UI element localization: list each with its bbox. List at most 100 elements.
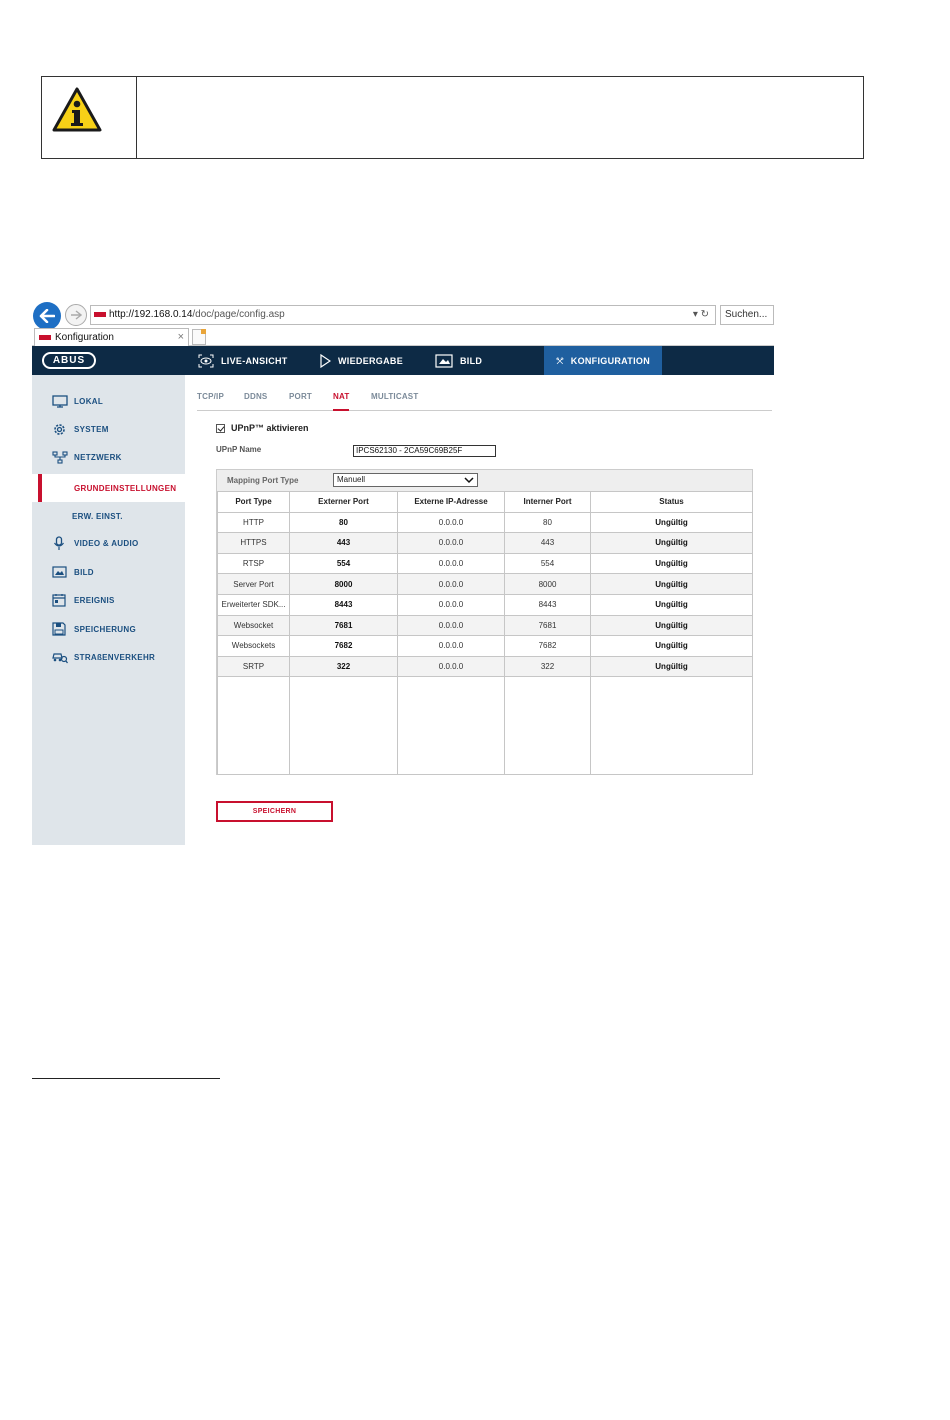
table-row[interactable]: RTSP 554 0.0.0.0 554 Ungültig (217, 552, 753, 575)
nav-konfiguration[interactable]: KONFIGURATION (544, 346, 662, 375)
sub-tabs: TCP/IP DDNS PORT NAT MULTICAST (197, 389, 772, 411)
nav-label: BILD (460, 355, 483, 366)
tab-tcpip[interactable]: TCP/IP (197, 392, 224, 401)
cell-externer-port[interactable]: 8000 (289, 573, 398, 595)
port-mapping-table: Port Type Externer Port Externe IP-Adres… (217, 491, 753, 776)
table-row[interactable]: Websockets 7682 0.0.0.0 7682 Ungültig (217, 635, 753, 657)
url-path: /doc/page/config.asp (192, 309, 285, 320)
address-bar[interactable]: http://192.168.0.14/doc/page/config.asp … (90, 305, 716, 325)
cell-status: Ungültig (590, 614, 753, 637)
nav-live-ansicht[interactable]: LIVE-ANSICHT (198, 346, 288, 375)
sidebar: LOKAL SYSTEM NETZWERK GRUNDEINSTELLUNGEN… (32, 375, 185, 845)
sidebar-item-netzwerk[interactable]: NETZWERK (32, 445, 185, 469)
cell-port-type: Websocket (217, 614, 290, 637)
tab-nat[interactable]: NAT (333, 392, 350, 411)
upnp-name-input[interactable]: IPCS62130 - 2CA59C69B25F (353, 445, 496, 457)
table-header-row: Port Type Externer Port Externe IP-Adres… (217, 491, 753, 513)
sidebar-item-speicherung[interactable]: SPEICHERUNG (32, 617, 185, 641)
table-row[interactable]: Server Port 8000 0.0.0.0 8000 Ungültig (217, 573, 753, 595)
cell-externer-port[interactable]: 7682 (289, 635, 398, 657)
save-button[interactable]: SPEICHERN (216, 801, 333, 822)
nav-bild[interactable]: BILD (435, 346, 482, 375)
app-header: ABUS LIVE-ANSICHT WIEDERGABE BILD KONFIG… (32, 346, 774, 375)
browser-screenshot: http://192.168.0.14/doc/page/config.asp … (32, 300, 774, 845)
cell-externe-ip: 0.0.0.0 (397, 614, 505, 637)
cell-status: Ungültig (590, 532, 753, 554)
col-header-externer-port: Externer Port (289, 491, 398, 513)
col-header-interner-port: Interner Port (504, 491, 591, 513)
cell-port-type: HTTPS (217, 532, 290, 554)
sidebar-item-grundeinstellungen[interactable]: GRUNDEINSTELLUNGEN (32, 474, 185, 502)
warning-info-icon (52, 87, 102, 132)
upnp-checkbox[interactable] (216, 423, 225, 433)
new-tab-button[interactable] (192, 329, 206, 345)
sidebar-item-system[interactable]: SYSTEM (32, 417, 185, 441)
mapping-port-type-value: Manuell (337, 475, 366, 484)
col-header-status: Status (590, 491, 753, 513)
tab-close-icon[interactable]: × (178, 329, 184, 346)
network-icon (52, 450, 68, 464)
nav-wiedergabe[interactable]: WIEDERGABE (319, 346, 403, 375)
tab-favicon (39, 335, 51, 340)
cell-externer-port[interactable]: 554 (289, 552, 398, 575)
cell-interner-port: 7682 (504, 635, 591, 657)
sidebar-item-label: SYSTEM (74, 424, 109, 434)
sidebar-item-ereignis[interactable]: EREIGNIS (32, 588, 185, 612)
arrow-right-icon (71, 310, 82, 320)
save-icon (52, 622, 66, 636)
cell-externer-port[interactable]: 8443 (289, 593, 398, 616)
cell-externer-port[interactable]: 7681 (289, 614, 398, 637)
col-header-port-type: Port Type (217, 491, 290, 513)
sidebar-item-bild[interactable]: BILD (32, 560, 185, 584)
url-controls[interactable]: ▾ ↻ (693, 306, 709, 324)
browser-tab[interactable]: Konfiguration × (34, 328, 189, 346)
tab-ddns[interactable]: DDNS (244, 392, 267, 401)
mapping-port-type-select[interactable]: Manuell (333, 473, 478, 487)
tab-title: Konfiguration (55, 332, 114, 343)
browser-search-input[interactable]: Suchen... (720, 305, 774, 325)
cell-externer-port[interactable]: 80 (289, 511, 398, 534)
sidebar-item-video-audio[interactable]: VIDEO & AUDIO (32, 531, 185, 555)
cell-status: Ungültig (590, 635, 753, 657)
cell-port-type: SRTP (217, 655, 290, 678)
monitor-icon (52, 394, 68, 408)
url-host: http://192.168.0.14 (109, 309, 193, 320)
cell-interner-port: 322 (504, 655, 591, 678)
cell-externe-ip: 0.0.0.0 (397, 532, 505, 554)
image-icon (52, 566, 67, 578)
sidebar-item-strassenverkehr[interactable]: STRAßENVERKEHR (32, 645, 185, 669)
tab-multicast[interactable]: MULTICAST (371, 392, 418, 401)
cell-externe-ip: 0.0.0.0 (397, 655, 505, 678)
table-row[interactable]: SRTP 322 0.0.0.0 322 Ungültig (217, 655, 753, 678)
cell-externe-ip: 0.0.0.0 (397, 511, 505, 534)
table-row[interactable]: HTTPS 443 0.0.0.0 443 Ungültig (217, 532, 753, 554)
nav-label: WIEDERGABE (338, 355, 404, 366)
forward-button[interactable] (65, 304, 87, 326)
sidebar-item-label: BILD (74, 567, 94, 577)
cell-port-type: Server Port (217, 573, 290, 595)
cell-externer-port[interactable]: 443 (289, 532, 398, 554)
image-icon (435, 353, 453, 368)
sidebar-item-label: NETZWERK (74, 452, 122, 462)
cell-status: Ungültig (590, 573, 753, 595)
cell-externer-port[interactable]: 322 (289, 655, 398, 678)
table-empty-area (217, 676, 753, 776)
table-row[interactable]: Erweiterter SDK... 8443 0.0.0.0 8443 Ung… (217, 593, 753, 616)
table-row[interactable]: Websocket 7681 0.0.0.0 7681 Ungültig (217, 614, 753, 637)
back-button[interactable] (33, 302, 61, 330)
browser-tab-bar: Konfiguration × (32, 328, 774, 346)
tools-icon (556, 356, 564, 364)
cell-externe-ip: 0.0.0.0 (397, 635, 505, 657)
cell-externe-ip: 0.0.0.0 (397, 593, 505, 616)
cell-status: Ungültig (590, 511, 753, 534)
sidebar-item-erw-einst[interactable]: ERW. EINST. (32, 504, 185, 528)
upnp-name-row: UPnP Name IPCS62130 - 2CA59C69B25F (216, 445, 496, 459)
upnp-toggle-row: UPnP™ aktivieren (216, 423, 309, 433)
table-row[interactable]: HTTP 80 0.0.0.0 80 Ungültig (217, 511, 753, 534)
upnp-name-label: UPnP Name (216, 445, 262, 454)
cell-externe-ip: 0.0.0.0 (397, 573, 505, 595)
sidebar-item-label: GRUNDEINSTELLUNGEN (74, 483, 177, 493)
cell-port-type: HTTP (217, 511, 290, 534)
tab-port[interactable]: PORT (289, 392, 312, 401)
sidebar-item-lokal[interactable]: LOKAL (32, 389, 185, 413)
